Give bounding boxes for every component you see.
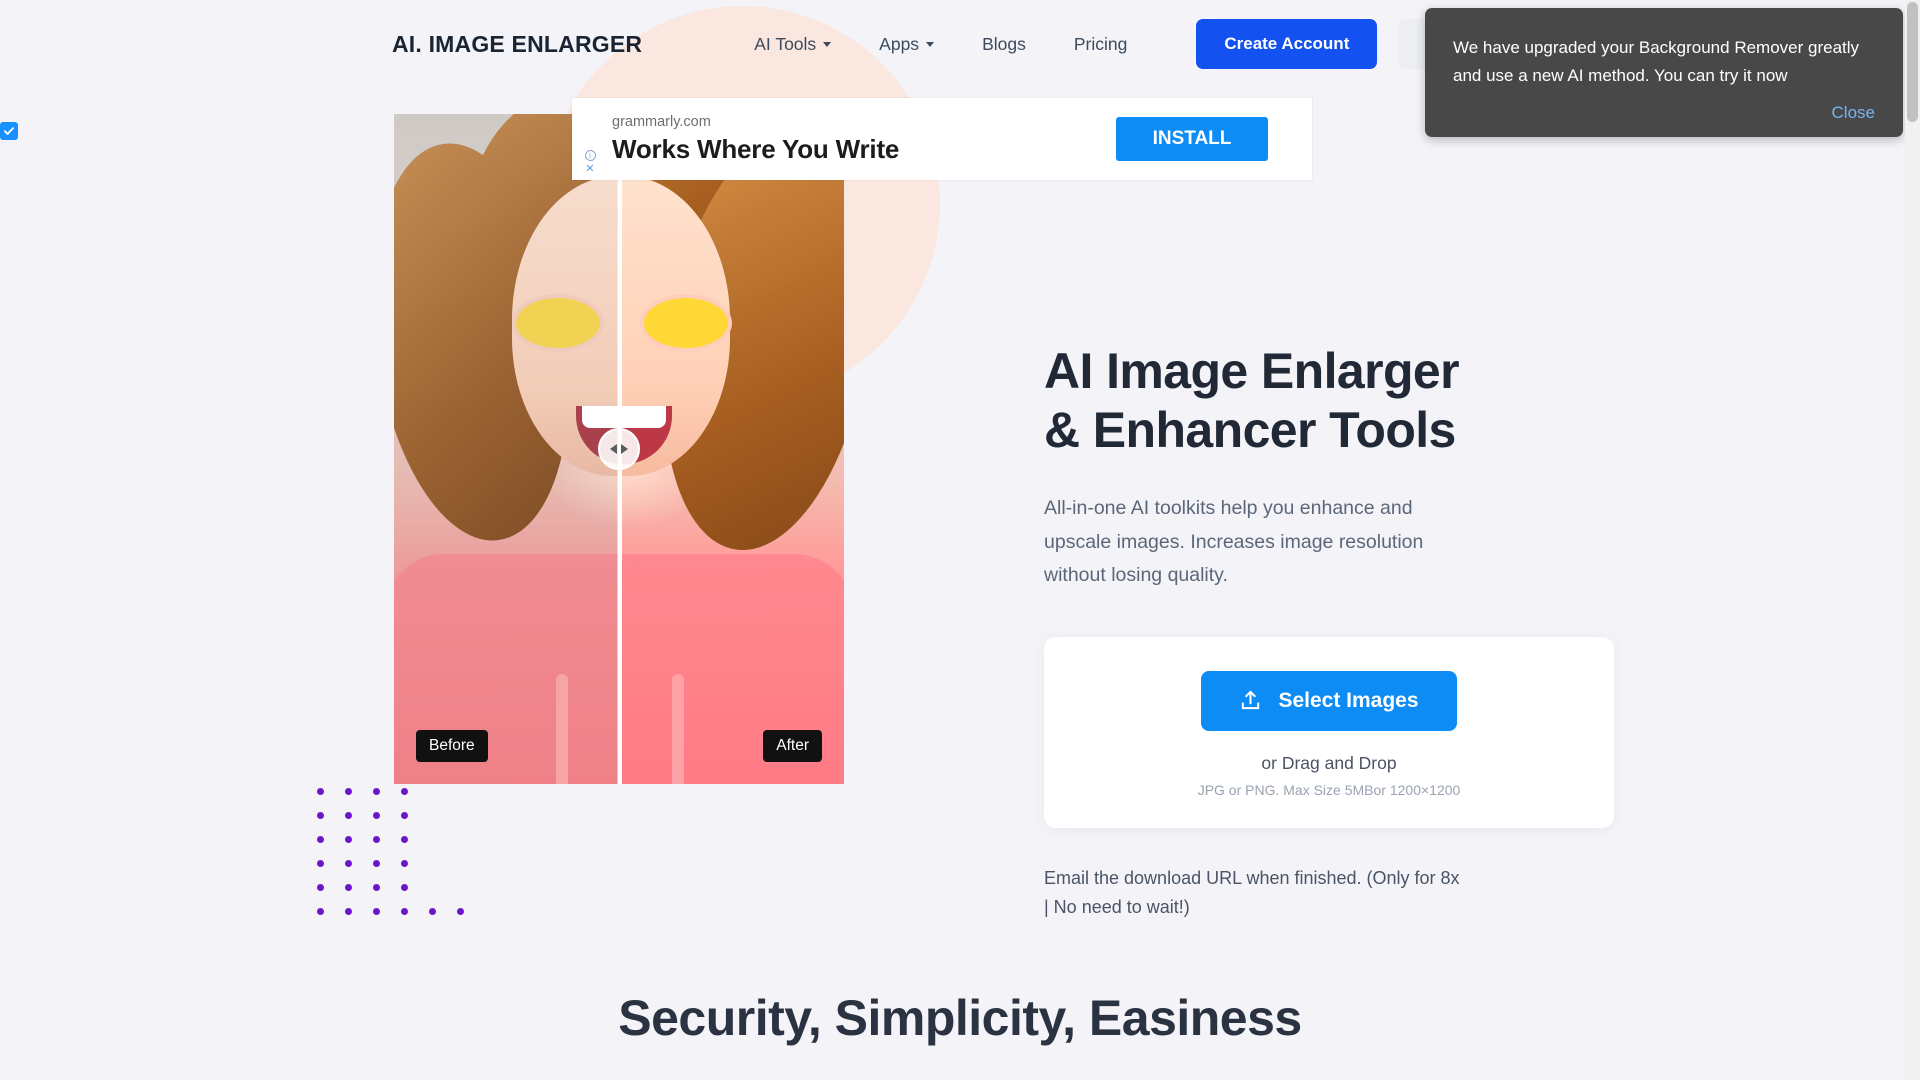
upload-limits-text: JPG or PNG. Max Size 5MBor 1200×1200: [1197, 781, 1461, 798]
after-label: After: [763, 730, 822, 762]
features-section: Security, Simplicity, Easiness Get bette…: [0, 989, 1920, 1080]
hoodie-string: [556, 674, 568, 784]
upload-dropzone[interactable]: Select Images or Drag and Drop JPG or PN…: [1044, 636, 1614, 828]
hero-subtitle: All-in-one AI toolkits help you enhance …: [1044, 497, 1424, 587]
hero-section: Before After AI Image Enlarger & Enhance…: [0, 88, 1920, 923]
nav-item-pricing[interactable]: Pricing: [1050, 26, 1152, 63]
nav-item-label: Pricing: [1073, 33, 1128, 54]
select-images-button[interactable]: Select Images: [1201, 670, 1457, 731]
check-icon: [4, 127, 14, 135]
notification-toast: We have upgraded your Background Remover…: [1425, 8, 1903, 138]
nav-item-label: Apps: [879, 33, 920, 54]
nav-item-ai-tools[interactable]: AI Tools: [730, 26, 855, 63]
ad-meta-controls: i ✕: [582, 150, 598, 175]
email-url-checkbox[interactable]: [0, 122, 18, 140]
hero-copy: AI Image Enlarger & Enhancer Tools All-i…: [0, 114, 1614, 924]
info-icon[interactable]: i: [584, 150, 596, 161]
toast-close-button[interactable]: Close: [1832, 103, 1875, 122]
nav-item-blogs[interactable]: Blogs: [958, 26, 1050, 63]
chevron-left-icon: [610, 444, 617, 454]
chevron-down-icon: [823, 41, 832, 47]
toast-message: We have upgraded your Background Remover…: [1453, 38, 1860, 85]
glasses-lens: [512, 294, 604, 352]
before-after-comparison[interactable]: Before After: [394, 114, 844, 784]
main-navigation: AI Tools Apps Blogs Pricing Create Accou…: [730, 19, 1506, 69]
ad-headline: Works Where You Write: [612, 133, 900, 164]
chevron-right-icon: [621, 444, 628, 454]
scrollbar-thumb[interactable]: [1907, 2, 1918, 122]
create-account-button[interactable]: Create Account: [1196, 19, 1378, 69]
ad-install-button[interactable]: INSTALL: [1116, 117, 1268, 161]
close-icon[interactable]: ✕: [585, 164, 594, 175]
upload-icon: [1242, 690, 1260, 710]
before-label: Before: [416, 730, 488, 762]
nav-item-apps[interactable]: Apps: [855, 26, 958, 63]
nav-item-label: Blogs: [982, 33, 1026, 54]
select-images-label: Select Images: [1278, 688, 1419, 712]
toast-actions: Close: [1453, 103, 1875, 123]
page-scrollbar[interactable]: [1905, 0, 1920, 1080]
drag-and-drop-text: or Drag and Drop: [1261, 752, 1397, 773]
ad-banner[interactable]: grammarly.com Works Where You Write INST…: [572, 98, 1312, 180]
section-title: Security, Simplicity, Easiness: [618, 990, 1302, 1047]
email-option-label: Email the download URL when finished. (O…: [1044, 867, 1460, 918]
page-root: AI. IMAGE ENLARGER AI Tools Apps Blogs P…: [0, 0, 1920, 1080]
comparison-after-layer: [619, 114, 844, 784]
chevron-down-icon: [926, 41, 935, 47]
page-title: AI Image Enlarger & Enhancer Tools: [1044, 343, 1460, 458]
email-option-row: Email the download URL when finished. (O…: [0, 122, 1464, 924]
compare-slider-handle-icon[interactable]: [598, 428, 640, 470]
brand-logo[interactable]: AI. IMAGE ENLARGER: [392, 31, 642, 58]
nav-item-label: AI Tools: [754, 33, 817, 54]
ad-domain: grammarly.com: [612, 113, 711, 130]
ad-text-block: grammarly.com Works Where You Write: [572, 114, 1116, 165]
